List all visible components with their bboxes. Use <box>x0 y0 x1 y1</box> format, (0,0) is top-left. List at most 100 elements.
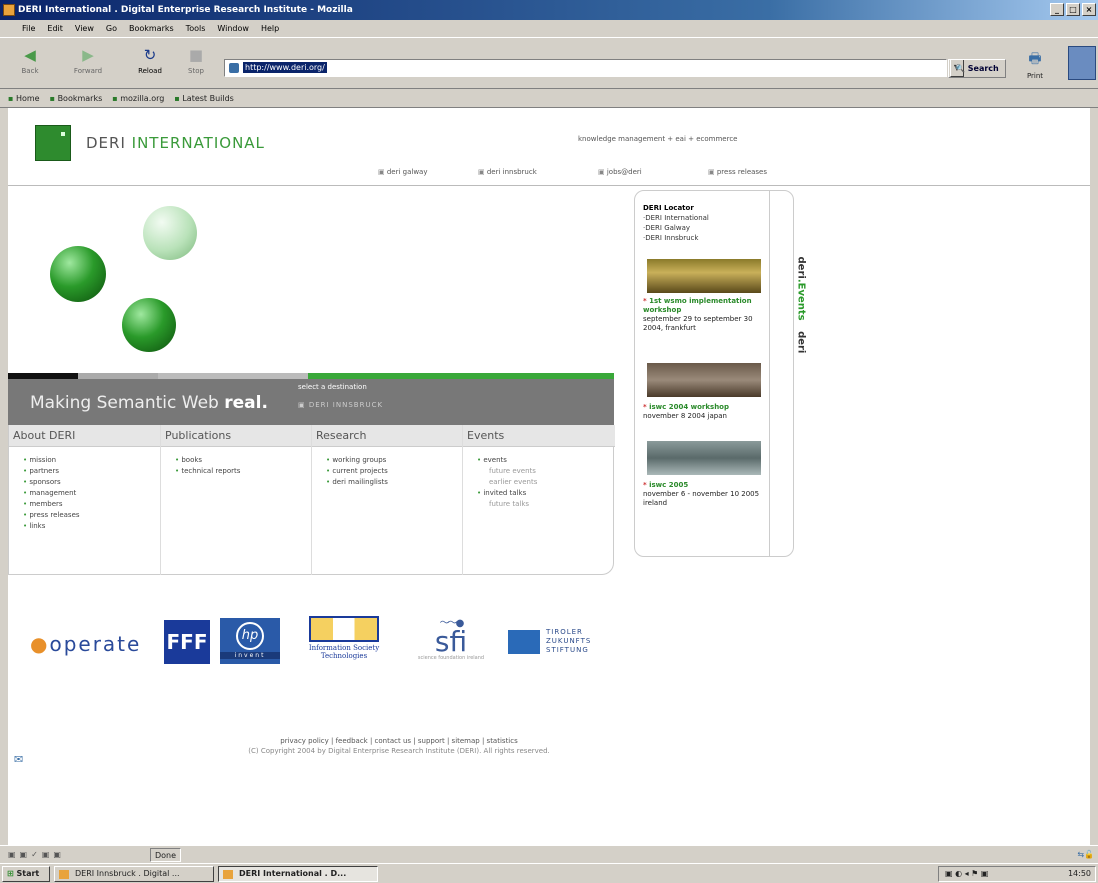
security-icon[interactable]: ⇆🔓 <box>1077 846 1094 864</box>
event-title[interactable]: iswc 2005 <box>643 481 761 490</box>
menu-help[interactable]: Help <box>261 20 279 37</box>
link-invited-talks[interactable]: invited talks <box>477 488 615 499</box>
ist-logo[interactable]: Information Society Technologies <box>298 616 390 670</box>
operate-logo[interactable]: ●operate <box>30 632 141 656</box>
topnav-deri-galway[interactable]: deri galway <box>378 168 428 176</box>
bookmark-bookmarks[interactable]: Bookmarks <box>50 89 103 107</box>
bookmark-latest-builds[interactable]: Latest Builds <box>174 89 234 107</box>
hero-graphic <box>8 186 614 376</box>
taskbar-item[interactable]: DERI Innsbruck . Digital ... <box>54 866 214 882</box>
component-bar-icons[interactable]: ▣▣✓▣▣ <box>8 846 65 864</box>
brand-international: INTERNATIONAL <box>131 134 265 152</box>
window-title: DERI International . Digital Enterprise … <box>18 5 353 15</box>
link-sponsors[interactable]: sponsors <box>23 477 160 488</box>
deri-locator: DERI Locator ·DERI International ·DERI G… <box>643 204 709 242</box>
link-future-talks[interactable]: future talks <box>477 499 615 510</box>
menu-edit[interactable]: Edit <box>47 20 63 37</box>
windows-flag-icon: ⊞ <box>7 869 14 878</box>
bookmark-mozilla-org[interactable]: mozilla.org <box>112 89 164 107</box>
link-members[interactable]: members <box>23 499 160 510</box>
forward-button[interactable]: ▶ Forward <box>68 42 108 84</box>
locator-international[interactable]: DERI International <box>645 214 709 222</box>
search-button[interactable]: 🔍 Search <box>948 59 1006 78</box>
personal-toolbar: Home Bookmarks mozilla.org Latest Builds <box>0 89 1098 108</box>
sfi-logo[interactable]: 〜〜● sfi science foundation ireland <box>403 614 499 674</box>
column-title: About DERI <box>9 425 160 447</box>
menu-view[interactable]: View <box>75 20 94 37</box>
copyright: (C) Copyright 2004 by Digital Enterprise… <box>248 747 550 755</box>
printer-icon: 🖶 <box>1028 51 1042 67</box>
event-photo <box>647 441 761 475</box>
menu-file[interactable]: File <box>22 20 35 37</box>
sfi-subtitle: science foundation ireland <box>417 655 485 661</box>
deri-logo[interactable] <box>35 125 71 161</box>
bookmark-home[interactable]: Home <box>8 89 40 107</box>
stop-button[interactable]: ■ Stop <box>176 42 216 84</box>
link-partners[interactable]: partners <box>23 466 160 477</box>
site-favicon <box>229 63 239 73</box>
link-press-releases[interactable]: press releases <box>23 510 160 521</box>
tiroler-line: ZUKUNFTS <box>546 637 592 645</box>
link-links[interactable]: links <box>23 521 160 532</box>
tagline: knowledge management + eai + ecommerce <box>578 135 738 143</box>
system-tray: ▣ ◐ ◂ ⚑ ▣ 14:50 <box>938 866 1096 882</box>
locator-galway[interactable]: DERI Galway <box>645 224 690 232</box>
reload-button[interactable]: ↻ Reload <box>130 42 170 84</box>
minimize-button[interactable]: _ <box>1050 3 1064 16</box>
print-button[interactable]: 🖶 Print <box>1015 48 1055 84</box>
url-field[interactable]: http://www.deri.org/ ▼ <box>224 59 964 77</box>
event-detail: november 8 2004 japan <box>643 412 727 420</box>
close-button[interactable]: × <box>1082 3 1096 16</box>
fff-logo[interactable]: FFF <box>164 620 210 664</box>
link-mission[interactable]: mission <box>23 455 160 466</box>
topnav-jobs[interactable]: jobs@deri <box>598 168 642 176</box>
hp-logo[interactable]: hp invent <box>220 618 280 664</box>
destination-select[interactable]: ▣ DERI INNSBRUCK <box>298 401 383 409</box>
navigation-toolbar: ◀ Back ▶ Forward ↻ Reload ■ Stop http://www.… <box>0 37 1098 89</box>
event-title[interactable]: 1st wsmo implementation workshop <box>643 297 761 315</box>
link-future-events[interactable]: future events <box>477 466 615 477</box>
back-button[interactable]: ◀ Back <box>10 42 50 84</box>
site-header: DERI INTERNATIONAL knowledge management … <box>8 108 1090 186</box>
link-deri-mailinglists[interactable]: deri mailinglists <box>326 477 462 488</box>
topnav-deri-innsbruck[interactable]: deri innsbruck <box>478 168 537 176</box>
sfi-text: sfi <box>434 625 468 658</box>
start-label: Start <box>16 869 40 878</box>
tiroler-line: TIROLER <box>546 628 583 636</box>
menu-tools[interactable]: Tools <box>186 20 206 37</box>
maximize-button[interactable]: □ <box>1066 3 1080 16</box>
status-text: Done <box>150 848 182 862</box>
event-detail: september 29 to september 30 2004, frank… <box>643 315 753 332</box>
mozilla-throbber[interactable] <box>1068 46 1096 80</box>
search-icon: 🔍 <box>955 64 965 73</box>
menu-bookmarks[interactable]: Bookmarks <box>129 20 174 37</box>
tiroler-logo[interactable]: TIROLER ZUKUNFTS STIFTUNG <box>508 628 616 658</box>
link-management[interactable]: management <box>23 488 160 499</box>
destination-value: DERI INNSBRUCK <box>308 401 384 409</box>
footer-links[interactable]: privacy policy | feedback | contact us |… <box>8 736 1090 746</box>
topnav-press-releases[interactable]: press releases <box>708 168 767 176</box>
start-button[interactable]: ⊞ Start <box>2 866 50 882</box>
link-technical-reports[interactable]: technical reports <box>175 466 311 477</box>
event-item: 1st wsmo implementation workshop septemb… <box>643 297 761 333</box>
tray-icons[interactable]: ▣ ◐ ◂ ⚑ ▣ <box>945 869 988 878</box>
green-sphere <box>122 298 176 352</box>
link-current-projects[interactable]: current projects <box>326 466 462 477</box>
taskbar-item-active[interactable]: DERI International . D... <box>218 866 378 882</box>
page-footer: privacy policy | feedback | contact us |… <box>8 736 1090 756</box>
link-earlier-events[interactable]: earlier events <box>477 477 615 488</box>
stop-icon: ■ <box>188 46 204 64</box>
forward-label: Forward <box>73 67 103 75</box>
link-working-groups[interactable]: working groups <box>326 455 462 466</box>
ist-graph-icon <box>309 616 379 642</box>
menu-go[interactable]: Go <box>106 20 117 37</box>
reload-icon: ↻ <box>143 46 157 64</box>
link-events[interactable]: events <box>477 455 615 466</box>
events-label-events: .Events <box>795 278 807 321</box>
event-title[interactable]: iswc 2004 workshop <box>643 403 761 412</box>
link-books[interactable]: books <box>175 455 311 466</box>
mail-icon[interactable]: ✉ <box>14 753 23 766</box>
menu-window[interactable]: Window <box>217 20 249 37</box>
operate-o-icon: ● <box>30 632 50 656</box>
locator-innsbruck[interactable]: DERI Innsbruck <box>645 234 698 242</box>
